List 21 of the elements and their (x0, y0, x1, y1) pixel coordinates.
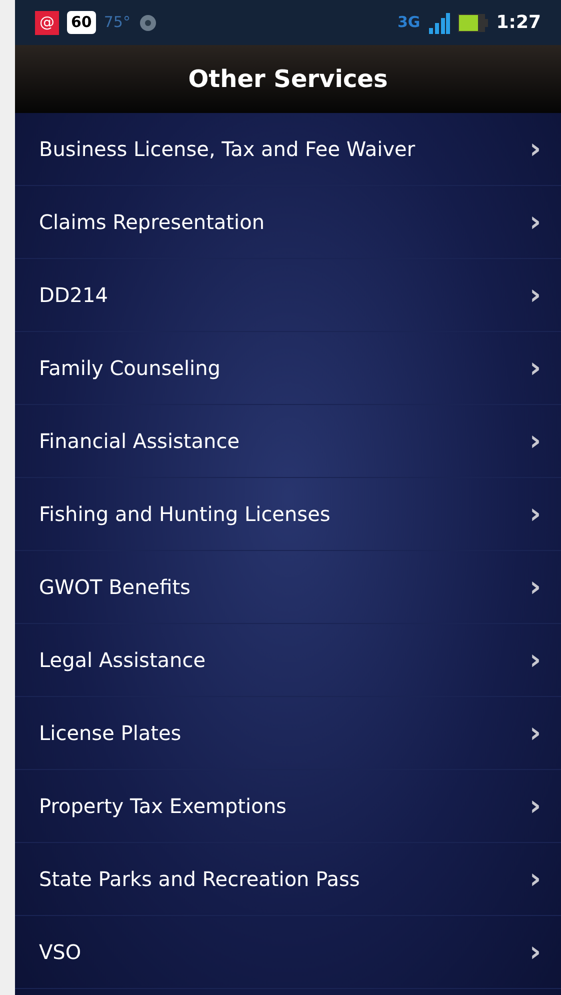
network-type: 3G (397, 12, 420, 34)
service-list-item[interactable]: State Parks and Recreation Pass › (15, 843, 561, 916)
circle-icon (138, 12, 158, 32)
service-list-item[interactable]: VSO › (15, 916, 561, 989)
temperature: 75° (104, 12, 130, 34)
service-list-item[interactable]: Business License, Tax and Fee Waiver › (15, 113, 561, 186)
clock: 1:27 (496, 11, 541, 35)
service-list-item[interactable]: Financial Assistance › (15, 405, 561, 478)
service-list-item[interactable]: Property Tax Exemptions › (15, 770, 561, 843)
app-notification-icon: @ (35, 10, 59, 34)
service-list-item[interactable]: Family Counseling › (15, 332, 561, 405)
notification-badge: 60 (67, 11, 96, 34)
service-list-item[interactable]: GWOT Benefits › (15, 551, 561, 624)
service-list-item[interactable]: License Plates › (15, 697, 561, 770)
service-list-item[interactable]: DD214 › (15, 259, 561, 332)
screen-title: Other Services (188, 64, 388, 95)
service-list-item[interactable]: Legal Assistance › (15, 624, 561, 697)
battery-icon (458, 14, 488, 32)
service-list-item[interactable]: Fishing and Hunting Licenses › (15, 478, 561, 551)
service-list-item[interactable]: Claims Representation › (15, 186, 561, 259)
signal-icon (428, 12, 450, 34)
